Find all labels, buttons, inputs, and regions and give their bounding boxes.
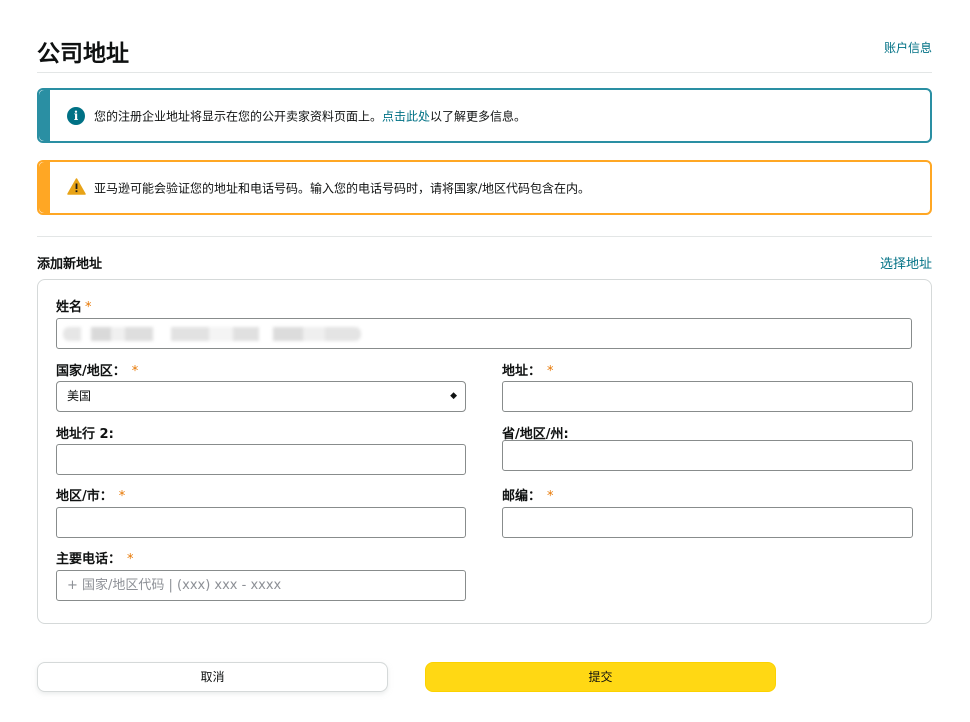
required-marker: * — [547, 489, 554, 504]
postal-code-label: 邮编： * — [502, 489, 554, 504]
choose-address-link[interactable]: 选择地址 — [880, 253, 932, 272]
address-field[interactable] — [502, 381, 913, 412]
required-marker: * — [127, 552, 134, 567]
learn-more-link[interactable]: 点击此处 — [382, 109, 430, 123]
info-alert: i 您的注册企业地址将显示在您的公开卖家资料页面上。点击此处以了解更多信息。 — [37, 88, 932, 143]
info-icon: i — [67, 106, 85, 125]
address-line2-label: 地址行 2: — [56, 427, 114, 442]
warning-icon — [67, 177, 86, 198]
warning-alert-message: 亚马逊可能会验证您的地址和电话号码。输入您的电话号码时，请将国家/地区代码包含在… — [94, 181, 591, 195]
page-title: 公司地址 — [37, 41, 129, 67]
info-alert-text: 您的注册企业地址将显示在您的公开卖家资料页面上。 — [94, 109, 383, 123]
city-label: 地区/市： * — [56, 489, 126, 504]
country-label: 国家/地区： * — [56, 364, 139, 379]
submit-button[interactable]: 提交 — [425, 662, 776, 692]
address-line2-field[interactable] — [56, 444, 466, 475]
select-arrows-icon: ◆ — [450, 391, 457, 401]
address-label: 地址： * — [502, 364, 554, 379]
required-marker: * — [85, 300, 92, 315]
info-alert-message: 您的注册企业地址将显示在您的公开卖家资料页面上。点击此处以了解更多信息。 — [94, 107, 526, 124]
name-field[interactable] — [56, 318, 912, 349]
postal-code-field[interactable] — [502, 507, 913, 538]
required-marker: * — [131, 364, 139, 379]
alert-accent-bar — [39, 90, 50, 141]
account-info-link[interactable]: 账户信息 — [884, 39, 932, 56]
country-select[interactable]: 美国 ◆ — [56, 381, 466, 412]
alert-accent-bar — [39, 162, 50, 213]
phone-field[interactable] — [56, 570, 466, 601]
required-marker: * — [547, 364, 554, 379]
section-label: 添加新地址 — [37, 257, 103, 272]
cancel-button[interactable]: 取消 — [37, 662, 388, 692]
warning-alert: 亚马逊可能会验证您的地址和电话号码。输入您的电话号码时，请将国家/地区代码包含在… — [37, 160, 932, 215]
divider — [37, 236, 932, 237]
info-alert-text-end: 以了解更多信息。 — [430, 109, 527, 123]
divider — [37, 72, 932, 73]
required-marker: * — [118, 489, 126, 504]
name-label: 姓名 * — [56, 300, 92, 315]
phone-label: 主要电话： * — [56, 552, 134, 567]
city-field[interactable] — [56, 507, 466, 538]
redacted-name — [63, 327, 361, 341]
country-selected-value: 美国 — [67, 389, 92, 403]
province-field[interactable] — [502, 440, 913, 471]
